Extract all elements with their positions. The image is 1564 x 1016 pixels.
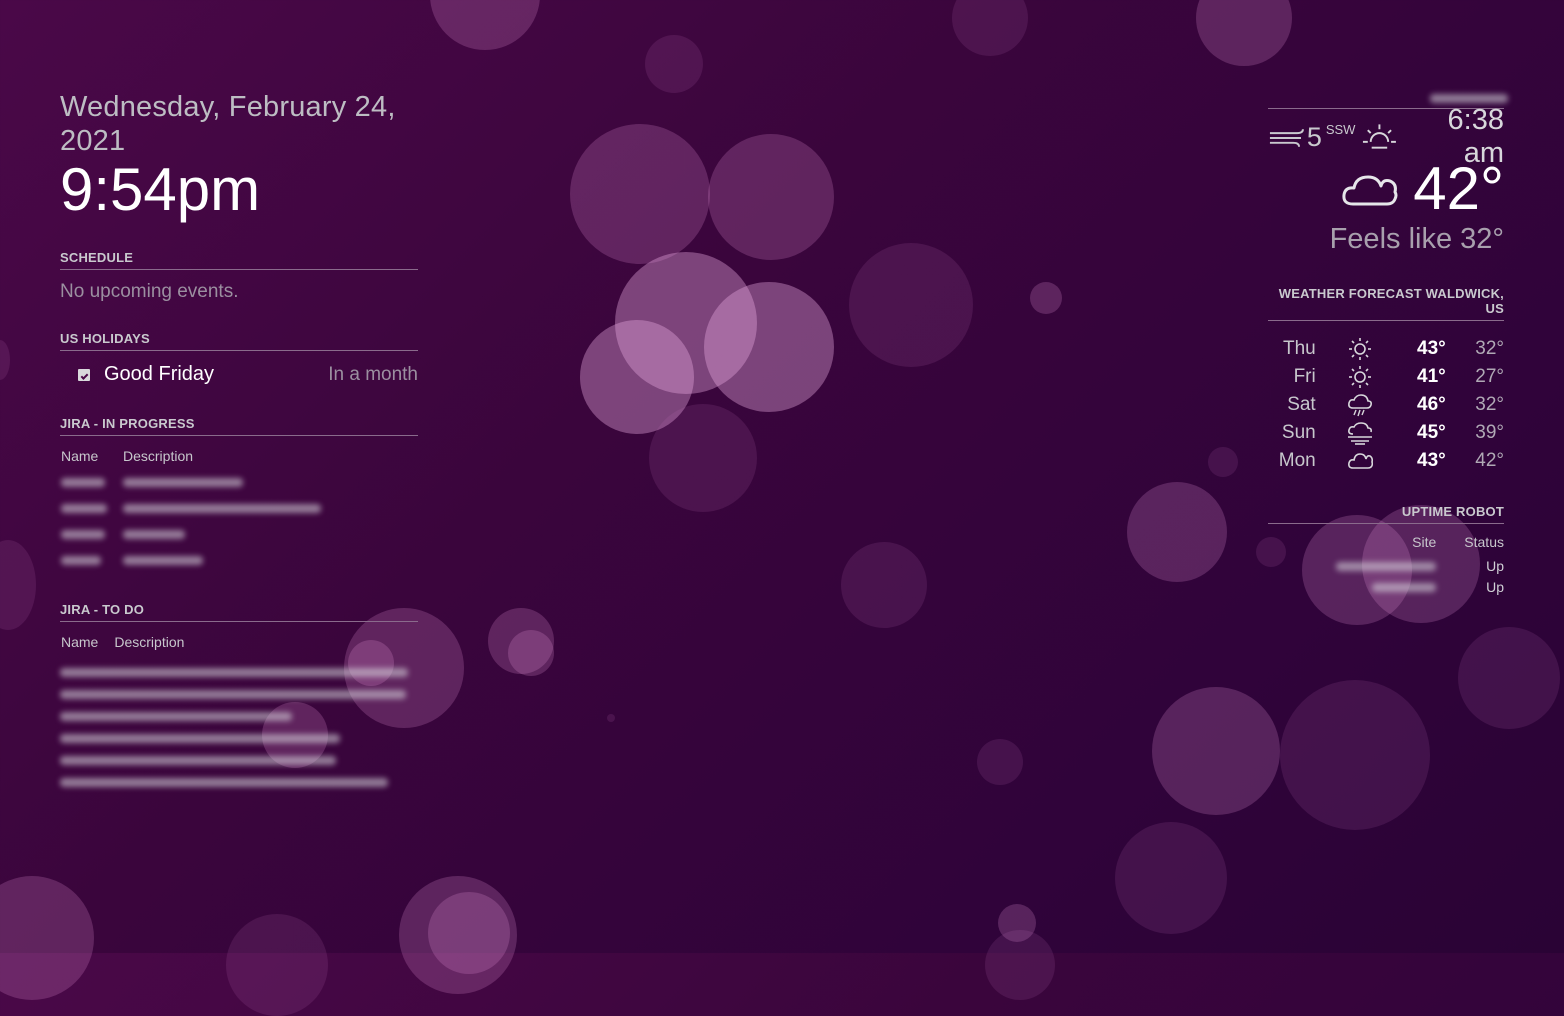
forecast-high: 43°: [1417, 338, 1446, 359]
cloudy-icon: [1347, 453, 1373, 470]
forecast-row: Thu 43° 32°: [1268, 335, 1504, 363]
site-status: Up: [1486, 579, 1504, 595]
jira-to-do-rows: [60, 664, 418, 796]
forecast-day: Thu: [1282, 338, 1316, 359]
current-time: 9:54pm: [60, 156, 261, 223]
forecast-row: Fri 41° 27°: [1268, 363, 1504, 391]
table-row: [60, 496, 336, 522]
sunny-icon: [1348, 338, 1371, 360]
current-weather-module: 5 SSW 6:38 am 42° Feels like 32°: [1268, 104, 1504, 256]
forecast-day: Fri: [1293, 366, 1316, 387]
forecast-low: 27°: [1475, 366, 1504, 387]
column-header-site: Site: [1412, 534, 1437, 550]
jira-in-progress-table: Name Description: [60, 448, 336, 574]
clock-module: Wednesday, February 24, 2021 9:54pm: [60, 90, 418, 222]
uptime-table: Site Status Up Up: [1308, 534, 1504, 598]
schedule-module: SCHEDULE No upcoming events.: [60, 250, 418, 303]
current-date: Wednesday, February 24, 2021: [60, 91, 396, 157]
wind-icon: [1269, 129, 1304, 147]
forecast-row: Sun 45° 39°: [1268, 419, 1504, 447]
calendar-check-icon: [78, 368, 90, 381]
forecast-high: 43°: [1417, 449, 1446, 471]
forecast-day: Mon: [1278, 449, 1316, 471]
right-column: 5 SSW 6:38 am 42° Feels like 32° WEATHER…: [1268, 90, 1508, 598]
table-row: [60, 470, 336, 496]
list-item: [60, 664, 418, 686]
column-header-description: Description: [123, 448, 194, 464]
site-status: Up: [1486, 558, 1504, 574]
schedule-empty-text: No upcoming events.: [60, 281, 239, 302]
table-row: Up: [1308, 577, 1504, 598]
forecast-low: 32°: [1475, 338, 1504, 359]
table-row: [60, 548, 336, 574]
column-header-name: Name: [61, 448, 99, 464]
forecast-low: 32°: [1475, 394, 1504, 415]
holiday-name: Good Friday: [104, 363, 215, 385]
fog-icon: [1347, 422, 1372, 445]
forecast-high: 46°: [1417, 394, 1446, 415]
uptime-header: UPTIME ROBOT: [1268, 504, 1504, 524]
holidays-module: US HOLIDAYS Good Friday In a month: [60, 331, 418, 386]
jira-in-progress-header: JIRA - IN PROGRESS: [60, 416, 418, 436]
list-item: [60, 752, 418, 774]
left-column: Wednesday, February 24, 2021 9:54pm SCHE…: [60, 90, 418, 796]
jira-in-progress-module: JIRA - IN PROGRESS Name Description: [60, 416, 418, 574]
current-temperature: 42°: [1413, 154, 1504, 222]
column-header-status: Status: [1464, 534, 1504, 550]
column-header-description: Description: [114, 634, 185, 650]
rain-icon: [1347, 394, 1372, 417]
list-item: [60, 708, 418, 730]
table-row: Up: [1308, 556, 1504, 577]
holiday-event: Good Friday In a month: [60, 363, 418, 386]
wind-speed: 5: [1306, 121, 1322, 152]
forecast-high: 41°: [1417, 366, 1446, 387]
forecast-low: 39°: [1475, 422, 1504, 443]
forecast-row: Sat 46° 32°: [1268, 391, 1504, 419]
list-item: [60, 730, 418, 752]
schedule-header: SCHEDULE: [60, 250, 418, 270]
weather-forecast-module: WEATHER FORECAST WALDWICK, US Thu 43° 32…: [1268, 286, 1504, 474]
jira-to-do-header: JIRA - TO DO: [60, 602, 418, 622]
forecast-table: Thu 43° 32° Fri 41° 27° Sat 46° 32° Sun …: [1268, 335, 1504, 474]
uptime-robot-module: UPTIME ROBOT Site Status Up Up: [1268, 504, 1504, 598]
wind-and-sunrise-row: 5 SSW 6:38 am: [1268, 104, 1504, 169]
holidays-header: US HOLIDAYS: [60, 331, 418, 351]
temperature-row: 42°: [1268, 155, 1504, 222]
jira-to-do-module: JIRA - TO DO Name Description: [60, 602, 418, 796]
forecast-row: Mon 43° 42°: [1268, 447, 1504, 474]
feels-like: Feels like 32°: [1329, 223, 1504, 255]
cloudy-icon: [1342, 175, 1398, 206]
sunrise-icon: [1363, 124, 1397, 149]
forecast-header: WEATHER FORECAST WALDWICK, US: [1268, 286, 1504, 321]
sunny-icon: [1348, 366, 1371, 388]
holiday-when: In a month: [328, 363, 418, 385]
table-row: [60, 522, 336, 548]
column-header-name: Name: [61, 634, 99, 650]
forecast-day: Sun: [1281, 422, 1316, 443]
list-item: [60, 686, 418, 708]
forecast-low: 42°: [1475, 449, 1504, 471]
jira-to-do-table: Name Description: [60, 634, 199, 656]
list-item: [60, 774, 418, 796]
forecast-high: 45°: [1417, 422, 1446, 443]
wind-direction: SSW: [1325, 121, 1356, 137]
forecast-day: Sat: [1287, 394, 1316, 415]
